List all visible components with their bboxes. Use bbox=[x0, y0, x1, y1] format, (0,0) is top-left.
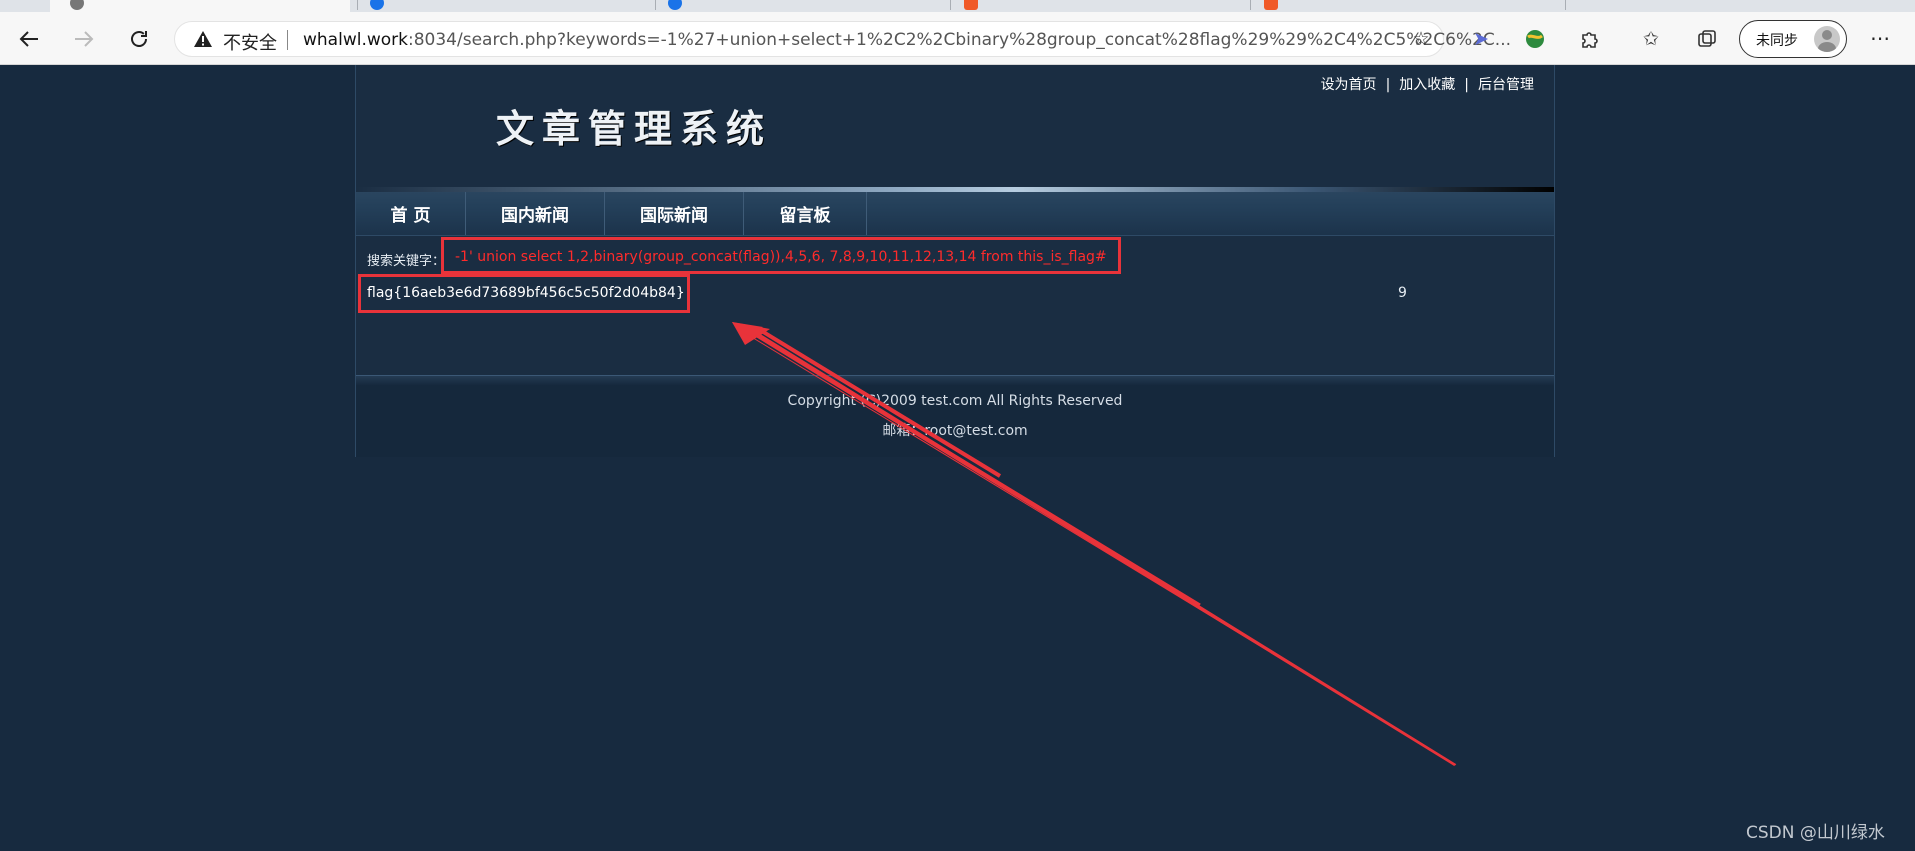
result-count: 9 bbox=[1398, 285, 1407, 301]
url-host: whalwl.work bbox=[303, 30, 408, 50]
favorites-icon[interactable]: ✩ bbox=[1638, 26, 1664, 52]
tab-strip bbox=[0, 0, 1915, 12]
site-header: 设为首页 | 加入收藏 | 后台管理 文章管理系统 bbox=[356, 65, 1554, 187]
globe-icon[interactable] bbox=[1522, 26, 1548, 52]
csdn-watermark: CSDN @山川绿水 bbox=[1746, 823, 1885, 843]
query-highlight-box bbox=[441, 237, 1121, 274]
set-homepage-link[interactable]: 设为首页 bbox=[1321, 74, 1377, 94]
link-separator: | bbox=[1385, 77, 1391, 93]
nav-item-international-news[interactable]: 国际新闻 bbox=[605, 192, 744, 235]
link-separator: | bbox=[1464, 77, 1469, 93]
top-links: 设为首页 | 加入收藏 | 后台管理 bbox=[1321, 74, 1534, 94]
extension-icon[interactable]: ➤ bbox=[1468, 26, 1494, 52]
tab-divider bbox=[1250, 0, 1251, 10]
nav-item-domestic-news[interactable]: 国内新闻 bbox=[466, 192, 605, 235]
tab-favicon-icon bbox=[668, 0, 682, 10]
address-divider bbox=[287, 30, 288, 50]
nav-item-guestbook[interactable]: 留言板 bbox=[744, 192, 867, 235]
forward-arrow-icon[interactable] bbox=[69, 24, 99, 54]
copyright-text: Copyright (C)2009 test.com All Rights Re… bbox=[787, 393, 1123, 409]
csdn-favicon-icon bbox=[1264, 0, 1278, 10]
result-highlight-box bbox=[358, 274, 690, 313]
active-tab[interactable] bbox=[50, 0, 350, 12]
sync-label: 未同步 bbox=[1756, 33, 1798, 49]
url-path: :8034/search.php?keywords=-1%27+union+se… bbox=[408, 30, 1512, 50]
browser-toolbar: 不安全 whalwl.work:8034/search.php?keywords… bbox=[0, 12, 1915, 65]
add-favorite-link[interactable]: 加入收藏 bbox=[1399, 74, 1455, 94]
star-add-icon[interactable]: ☆ bbox=[1409, 28, 1433, 52]
browser-chrome: 不安全 whalwl.work:8034/search.php?keywords… bbox=[0, 0, 1915, 65]
collections-icon[interactable] bbox=[1694, 26, 1720, 52]
tab-divider bbox=[655, 0, 656, 10]
search-results: 搜索关键字： -1' union select 1,2,binary(group… bbox=[356, 235, 1554, 375]
security-status-label[interactable]: 不安全 bbox=[223, 29, 277, 55]
admin-link[interactable]: 后台管理 bbox=[1478, 74, 1534, 94]
url-text[interactable]: whalwl.work:8034/search.php?keywords=-1%… bbox=[303, 30, 1511, 50]
tab-divider bbox=[950, 0, 951, 10]
tab-divider bbox=[357, 0, 358, 10]
site-title: 文章管理系统 bbox=[496, 106, 773, 151]
main-nav: 首 页 国内新闻 国际新闻 留言板 bbox=[356, 187, 1554, 235]
puzzle-icon[interactable] bbox=[1576, 26, 1602, 52]
warning-icon[interactable] bbox=[193, 30, 213, 48]
nav-item-home[interactable]: 首 页 bbox=[356, 192, 466, 235]
web-page: 设为首页 | 加入收藏 | 后台管理 文章管理系统 首 页 国内新闻 国际新闻 留言板 … bbox=[355, 65, 1555, 457]
more-icon[interactable]: ⋯ bbox=[1866, 26, 1894, 52]
email-text: 邮箱：root@test.com bbox=[882, 423, 1028, 439]
tab-favicon-icon bbox=[370, 0, 384, 10]
sync-profile-button[interactable]: 未同步 bbox=[1739, 20, 1847, 58]
site-footer: Copyright (C)2009 test.com All Rights Re… bbox=[356, 375, 1554, 457]
refresh-icon[interactable] bbox=[124, 24, 154, 54]
avatar bbox=[1814, 26, 1840, 52]
search-label: 搜索关键字： bbox=[367, 254, 446, 269]
tab-divider bbox=[1565, 0, 1566, 10]
csdn-favicon-icon bbox=[964, 0, 978, 10]
back-arrow-icon[interactable] bbox=[14, 24, 44, 54]
address-bar[interactable]: 不安全 whalwl.work:8034/search.php?keywords… bbox=[174, 21, 1511, 57]
